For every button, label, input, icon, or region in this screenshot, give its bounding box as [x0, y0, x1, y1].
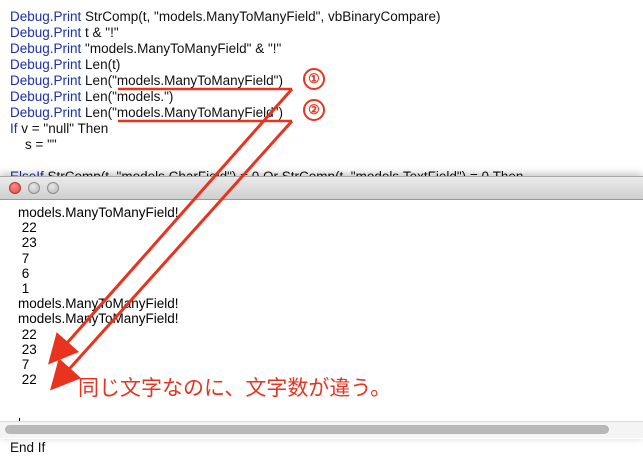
- code-text: StrComp(t, "models.ManyToManyField", vbB…: [85, 9, 441, 24]
- output-line: 7: [18, 250, 30, 266]
- code-keyword: Debug.Print: [10, 89, 86, 104]
- code-line: Debug.Print Len(t): [10, 57, 120, 73]
- output-line: models.ManyToManyField!: [18, 296, 179, 312]
- annotation-text: 同じ文字なのに、文字数が違う。: [78, 376, 392, 400]
- output-line: 22: [18, 326, 37, 342]
- horizontal-scrollbar[interactable]: [0, 421, 643, 438]
- minimize-icon[interactable]: [28, 182, 40, 194]
- code-line: Debug.Print StrComp(t, "models.ManyToMan…: [10, 9, 441, 25]
- output-line: models.ManyToManyField!: [18, 205, 179, 220]
- marker-two: ②: [303, 99, 325, 121]
- code-keyword: Debug.Print: [10, 25, 86, 40]
- code-keyword: Debug.Print: [10, 57, 86, 72]
- code-text: Len("models.ManyToManyField"): [85, 73, 283, 88]
- close-icon[interactable]: [9, 182, 21, 194]
- scrollbar-thumb[interactable]: [5, 425, 609, 434]
- code-text: "models.ManyToManyField" & "!": [85, 41, 282, 56]
- output-line: 7: [18, 357, 30, 372]
- code-line: Debug.Print t & "!": [10, 25, 119, 41]
- code-text: t & "!": [85, 25, 119, 40]
- code-text: Len("models."): [85, 89, 174, 104]
- code-text: v = "null" Then: [21, 121, 109, 136]
- output-line: 23: [18, 341, 37, 357]
- window-title-bar[interactable]: [0, 177, 643, 200]
- code-line: Debug.Print Len("models.ManyToManyField"…: [10, 105, 283, 121]
- code-text: s = "": [10, 137, 57, 152]
- code-text: Len("models.ManyToManyField"): [85, 105, 283, 120]
- code-text: Len(t): [85, 57, 121, 72]
- output-line: 22: [18, 372, 37, 388]
- output-line: 1: [18, 281, 30, 296]
- output-line: 23: [18, 235, 37, 251]
- output-line: 22: [18, 220, 37, 236]
- code-line: Debug.Print "models.ManyToManyField" & "…: [10, 41, 281, 57]
- code-line: s = "": [10, 137, 57, 153]
- output-line: 6: [18, 265, 30, 281]
- code-text: End If: [10, 440, 46, 455]
- code-line: End If: [10, 440, 45, 456]
- code-keyword: Debug.Print: [10, 105, 86, 120]
- code-keyword: Debug.Print: [10, 9, 86, 24]
- code-keyword: Debug.Print: [10, 73, 86, 88]
- code-line: Debug.Print Len("models.ManyToManyField"…: [10, 73, 283, 89]
- output-line: models.ManyToManyField!: [18, 311, 179, 327]
- code-line: If v = "null" Then: [10, 121, 108, 137]
- marker-one: ①: [303, 68, 325, 90]
- code-line: Debug.Print Len("models."): [10, 89, 173, 105]
- code-keyword: If: [10, 121, 22, 136]
- maximize-icon[interactable]: [47, 182, 59, 194]
- code-keyword: Debug.Print: [10, 41, 86, 56]
